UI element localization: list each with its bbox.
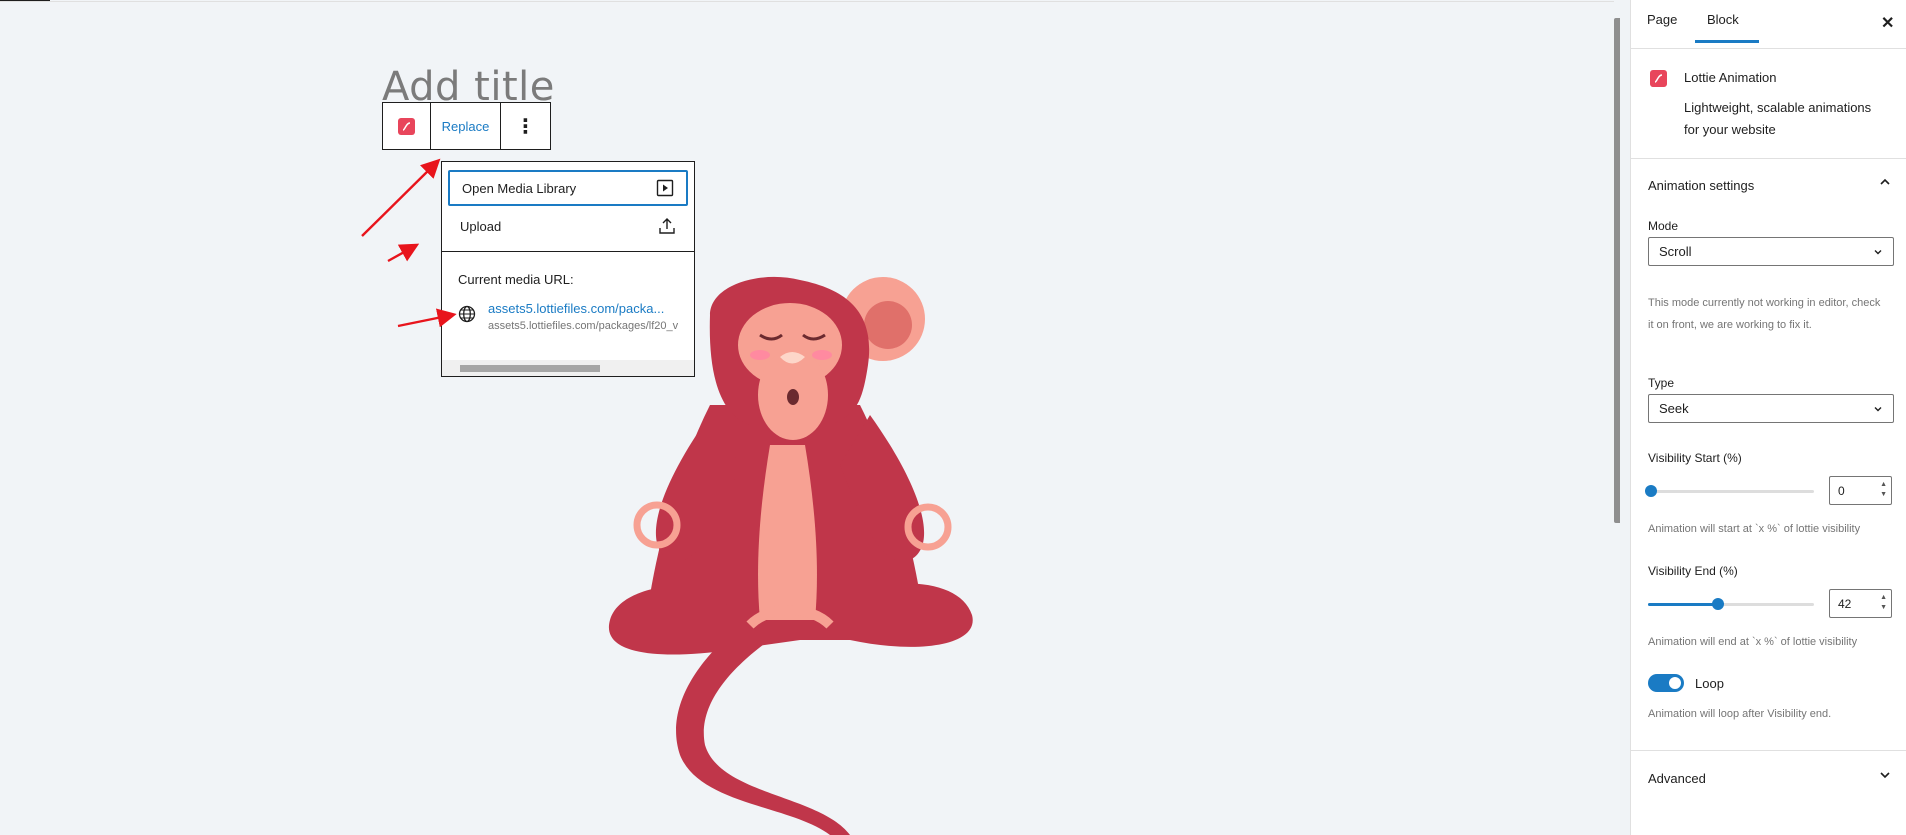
visibility-start-help: Animation will start at `x %` of lottie … [1648,523,1861,535]
spinner-icon[interactable]: ▲ ▼ [1880,480,1887,500]
arrow-to-upload [387,243,420,263]
chevron-up-icon[interactable] [1879,176,1891,191]
mode-help-text: This mode currently not working in edito… [1648,297,1881,331]
mode-label: Mode [1648,219,1679,233]
chevron-down-icon [1874,406,1882,411]
visibility-end-fill [1648,603,1718,606]
visibility-end-help: Animation will end at `x %` of lottie vi… [1648,636,1858,648]
canvas-scrollbar[interactable] [1614,0,1620,835]
chevron-down-icon[interactable] [1879,769,1891,784]
visibility-end-slider[interactable] [1648,598,1814,610]
block-card-lottie-icon [1650,70,1667,87]
visibility-end-input[interactable]: 42 ▲ ▼ [1829,589,1892,618]
type-select-value: Seek [1659,401,1689,416]
visibility-start-input[interactable]: 0 ▲ ▼ [1829,476,1892,505]
lottie-monkey-illustration [608,276,973,835]
upload-label: Upload [460,218,502,234]
arrow-to-media-url [397,308,457,328]
block-card-title: Lottie Animation [1684,70,1777,85]
loop-label: Loop [1695,676,1724,691]
editor-canvas: Add title Replace ⋮ Open Media Library U… [0,0,1620,835]
visibility-start-value: 0 [1838,484,1845,498]
mode-select-value: Scroll [1659,244,1692,259]
dropdown-separator [442,251,694,252]
upload-button[interactable]: Upload [448,208,688,244]
visibility-end-label: Visibility End (%) [1648,564,1738,578]
arrow-to-replace [361,158,441,237]
open-media-library-label: Open Media Library [462,180,577,196]
media-icon [656,179,674,197]
globe-icon [458,305,476,323]
dropdown-scroll-thumb[interactable] [460,365,600,372]
annotation-arrows [361,158,457,328]
visibility-end-thumb[interactable] [1712,598,1724,610]
type-select[interactable]: Seek [1648,394,1894,423]
visibility-start-slider[interactable] [1645,485,1814,497]
loop-toggle[interactable] [1648,674,1684,692]
canvas-scroll-thumb[interactable] [1614,18,1620,523]
visibility-start-label: Visibility Start (%) [1648,451,1742,465]
settings-sidebar: Page Block ✕ Lottie Animation Lightweigh… [1630,0,1906,835]
advanced-divider [1631,750,1906,751]
upload-icon [659,218,675,234]
chevron-down-icon [1874,249,1882,254]
more-vertical-icon: ⋮ [515,114,536,138]
block-card-description: Lightweight, scalable animations for you… [1684,100,1872,137]
loop-help: Animation will loop after Visibility end… [1648,708,1832,720]
more-options-button[interactable]: ⋮ [501,103,550,149]
mode-select[interactable]: Scroll [1648,237,1894,266]
visibility-end-value: 42 [1838,597,1852,611]
animation-settings-toggle[interactable]: Animation settings [1648,178,1754,193]
type-label: Type [1648,376,1675,390]
open-media-library-button[interactable]: Open Media Library [448,170,688,206]
spinner-icon[interactable]: ▲ ▼ [1880,593,1887,613]
block-card: Lottie Animation Lightweight, scalable a… [1631,0,1906,159]
visibility-start-thumb[interactable] [1645,485,1657,497]
advanced-toggle[interactable]: Advanced [1648,771,1706,786]
loop-toggle-knob [1669,677,1681,689]
current-media-url-label: Current media URL: [458,272,574,287]
